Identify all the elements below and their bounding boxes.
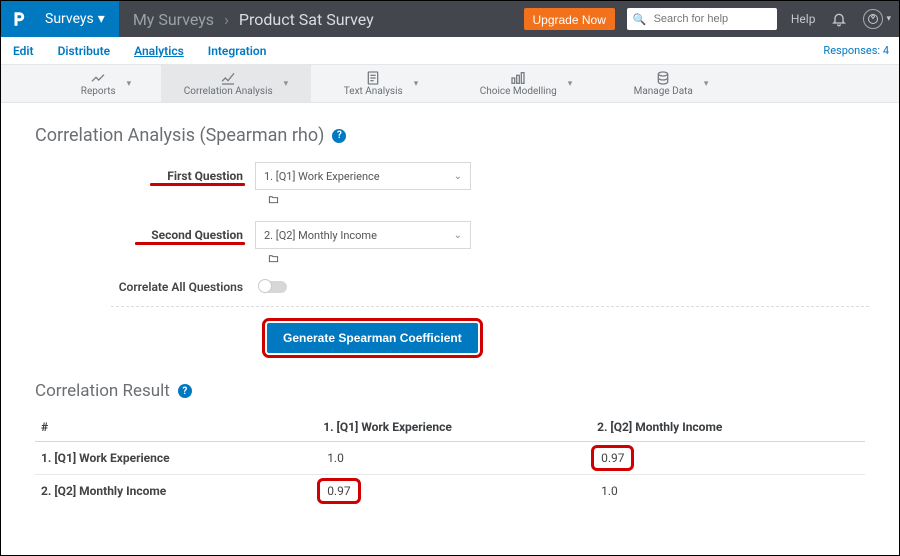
tool-text-analysis[interactable]: Text Analysis ▾ xyxy=(311,65,451,102)
search-help-input[interactable] xyxy=(652,12,771,26)
brand-logo[interactable] xyxy=(1,1,37,37)
tab-distribute[interactable]: Distribute xyxy=(58,44,111,58)
separator xyxy=(111,306,869,307)
surveys-dropdown[interactable]: Surveys ▾ xyxy=(37,1,119,37)
select-value: 1. [Q1] Work Experience xyxy=(264,170,380,183)
tool-label: Correlation Analysis xyxy=(184,86,273,97)
analytics-toolbar: Reports ▾ Correlation Analysis ▾ Text An… xyxy=(1,65,899,103)
caret-down-icon: ▾ xyxy=(127,79,132,89)
caret-down-icon: ▾ xyxy=(284,79,289,89)
avatar-icon xyxy=(863,9,883,29)
page-title: Product Sat Survey xyxy=(239,10,374,29)
tab-edit[interactable]: Edit xyxy=(13,44,34,58)
first-question-folder[interactable] xyxy=(267,194,865,209)
help-icon[interactable]: ? xyxy=(332,129,346,143)
chevron-down-icon: ⌄ xyxy=(454,171,462,182)
cell: 0.97 xyxy=(591,442,865,475)
second-question-folder[interactable] xyxy=(267,253,865,268)
table-row: 1. [Q1] Work Experience 1.0 0.97 xyxy=(35,442,865,475)
search-icon: 🔍 xyxy=(633,13,647,26)
help-icon[interactable]: ? xyxy=(178,384,192,398)
result-title: Correlation Result ? xyxy=(35,381,865,401)
caret-down-icon: ▾ xyxy=(414,79,419,89)
cell: 0.97 xyxy=(317,475,591,508)
row-label: 1. [Q1] Work Experience xyxy=(35,442,317,475)
correlate-all-toggle[interactable] xyxy=(259,281,287,293)
first-question-select[interactable]: 1. [Q1] Work Experience ⌄ xyxy=(255,162,471,190)
second-question-label: Second Question xyxy=(115,228,255,242)
tool-label: Reports xyxy=(81,86,116,97)
upgrade-button[interactable]: Upgrade Now xyxy=(524,8,615,30)
panel-title: Correlation Analysis (Spearman rho) ? xyxy=(35,125,865,146)
tab-integration[interactable]: Integration xyxy=(208,44,267,58)
chevron-down-icon: ⌄ xyxy=(454,230,462,241)
breadcrumb-root[interactable]: My Surveys xyxy=(133,10,214,29)
top-bar: Surveys ▾ My Surveys › Product Sat Surve… xyxy=(1,1,899,37)
caret-down-icon: ▾ xyxy=(568,79,573,89)
surveys-dropdown-label: Surveys xyxy=(45,11,94,27)
annotation-underline xyxy=(135,242,245,245)
search-help-box[interactable]: 🔍 xyxy=(627,8,777,30)
annotation-underline xyxy=(150,183,245,186)
select-value: 2. [Q2] Monthly Income xyxy=(264,229,377,242)
panel-title-text: Correlation Analysis (Spearman rho) xyxy=(35,125,324,146)
tool-label: Text Analysis xyxy=(344,86,403,97)
cell: 1.0 xyxy=(591,475,865,508)
tool-correlation[interactable]: Correlation Analysis ▾ xyxy=(161,65,311,102)
tool-label: Choice Modelling xyxy=(480,86,557,97)
nav-tabs: Edit Distribute Analytics Integration Re… xyxy=(1,37,899,65)
table-header: 2. [Q2] Monthly Income xyxy=(591,413,865,442)
account-menu[interactable]: ▾ xyxy=(855,1,899,37)
caret-down-icon: ▾ xyxy=(704,79,709,89)
table-header: # xyxy=(35,413,317,442)
page-body: Correlation Analysis (Spearman rho) ? Fi… xyxy=(1,103,899,555)
notifications-icon[interactable] xyxy=(823,1,855,37)
cell: 1.0 xyxy=(317,442,591,475)
caret-down-icon: ▾ xyxy=(98,11,105,27)
result-title-text: Correlation Result xyxy=(35,381,170,401)
folder-icon xyxy=(267,194,280,205)
second-question-select[interactable]: 2. [Q2] Monthly Income ⌄ xyxy=(255,221,471,249)
tool-label: Manage Data xyxy=(634,86,693,97)
correlation-form: First Question 1. [Q1] Work Experience ⌄… xyxy=(115,162,865,353)
responses-count[interactable]: Responses: 4 xyxy=(823,44,889,57)
first-question-label: First Question xyxy=(115,169,255,183)
tool-choice-modelling[interactable]: Choice Modelling ▾ xyxy=(451,65,601,102)
tab-analytics[interactable]: Analytics xyxy=(134,44,184,58)
caret-down-icon: ▾ xyxy=(886,14,891,24)
generate-button[interactable]: Generate Spearman Coefficient xyxy=(267,323,478,353)
correlation-table: # 1. [Q1] Work Experience 2. [Q2] Monthl… xyxy=(35,413,865,507)
row-label: 2. [Q2] Monthly Income xyxy=(35,475,317,508)
tool-reports[interactable]: Reports ▾ xyxy=(51,65,161,102)
table-header: 1. [Q1] Work Experience xyxy=(317,413,591,442)
table-row: 2. [Q2] Monthly Income 0.97 1.0 xyxy=(35,475,865,508)
breadcrumb: My Surveys › Product Sat Survey xyxy=(119,1,388,37)
correlate-all-label: Correlate All Questions xyxy=(115,280,255,294)
help-link[interactable]: Help xyxy=(783,1,824,37)
tool-manage-data[interactable]: Manage Data ▾ xyxy=(601,65,741,102)
breadcrumb-separator: › xyxy=(224,10,229,29)
folder-icon xyxy=(267,253,280,264)
